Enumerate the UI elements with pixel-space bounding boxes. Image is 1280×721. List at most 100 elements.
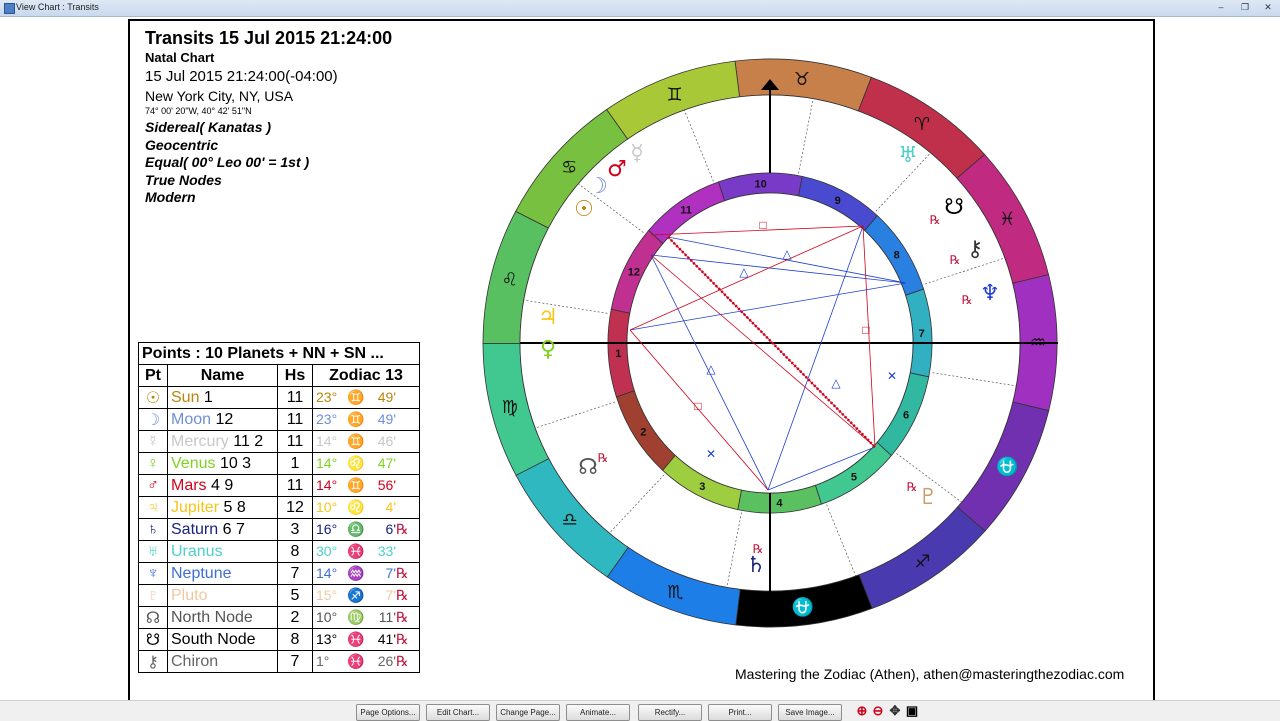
point-house: 8 (277, 628, 313, 651)
point-zodiac: 1° ♓ 26'℞ (312, 650, 420, 673)
bottom-toolbar: Page Options... Edit Chart... Change Pag… (0, 700, 1280, 721)
minimize-button[interactable]: – (1213, 2, 1229, 13)
point-name-cell: South Node (167, 628, 278, 651)
point-zodiac: 10° ♍ 11'℞ (312, 606, 420, 629)
house-system: Equal( 00° Leo 00' = 1st ) (145, 154, 310, 170)
south-node-icon: ☋ (138, 628, 168, 651)
point-house: 11 (277, 474, 313, 497)
points-table-caption: Points : 10 Planets + NN + SN ... (138, 342, 420, 365)
point-name-cell: Saturn 6 7 (167, 518, 278, 541)
table-row-south-node: ☋ South Node 8 13° ♓ 41'℞ (138, 628, 420, 651)
save-image-button[interactable]: Save Image... (778, 704, 842, 721)
point-sign: ♓ (347, 631, 365, 647)
point-house: 1 (277, 452, 313, 475)
table-row-jupiter: ♃ Jupiter 5 8 12 10° ♌ 4' (138, 496, 420, 519)
point-name: Chiron (171, 652, 219, 670)
point-sign: ♎ (347, 521, 365, 537)
point-zodiac: 15° ♐ 7'℞ (312, 584, 420, 607)
point-name: Saturn (171, 520, 219, 538)
chart-coordinates: 74° 00' 20"W, 40° 42' 51"N (145, 106, 252, 116)
point-name: Venus (171, 454, 216, 472)
point-zodiac: 13° ♓ 41'℞ (312, 628, 420, 651)
north-node-icon: ☊ (138, 606, 168, 629)
column-header-pt: Pt (138, 364, 168, 387)
point-retrograde: ℞ (396, 521, 409, 537)
point-name: North Node (171, 608, 253, 626)
point-degree: 14° (316, 455, 338, 471)
point-name-cell: Moon 12 (167, 408, 278, 431)
app-icon (4, 3, 15, 14)
point-name: Jupiter (171, 498, 220, 516)
point-zodiac: 14° ♊ 56' (312, 474, 420, 497)
point-minutes: 41' (377, 631, 396, 647)
point-sign: ♊ (347, 411, 365, 427)
fit-icon[interactable]: ▣ (905, 704, 919, 718)
point-sign: ♊ (347, 389, 365, 405)
point-house: 11 (277, 386, 313, 409)
point-minutes: 4' (385, 499, 396, 515)
zoom-in-icon[interactable]: ⊕ (855, 704, 869, 718)
point-house: 12 (277, 496, 313, 519)
zoom-out-icon[interactable]: ⊖ (871, 704, 885, 718)
point-sign: ♓ (347, 543, 365, 559)
point-zodiac: 23° ♊ 49' (312, 386, 420, 409)
point-minutes: 7' (385, 565, 396, 581)
point-sign: ♓ (347, 653, 365, 669)
chart-subtitle: Natal Chart (145, 50, 215, 65)
point-minutes: 56' (377, 477, 396, 493)
point-degree: 23° (316, 389, 338, 405)
point-zodiac: 14° ♊ 46' (312, 430, 420, 453)
table-row-north-node: ☊ North Node 2 10° ♍ 11'℞ (138, 606, 420, 629)
neptune-icon: ♆ (138, 562, 168, 585)
chart-location: New York City, NY, USA (145, 88, 294, 104)
point-name-cell: Mercury 11 2 (167, 430, 278, 453)
close-button[interactable]: ✕ (1260, 2, 1276, 13)
point-name-cell: Uranus (167, 540, 278, 563)
points-table: Points : 10 Planets + NN + SN ... Pt Nam… (138, 342, 420, 673)
point-minutes: 49' (377, 411, 396, 427)
point-degree: 30° (316, 543, 338, 559)
point-rulership: 1 (203, 388, 213, 406)
point-retrograde: ℞ (396, 565, 409, 581)
point-house: 5 (277, 584, 313, 607)
rectify-button[interactable]: Rectify... (638, 704, 702, 721)
column-header-zodiac: Zodiac 13 (312, 364, 420, 387)
point-name-cell: Pluto (167, 584, 278, 607)
point-house: 3 (277, 518, 313, 541)
sun-icon: ☉ (138, 386, 168, 409)
point-name: Moon (171, 410, 212, 428)
animate-button[interactable]: Animate... (566, 704, 630, 721)
point-rulership: 10 3 (219, 454, 252, 472)
print-button[interactable]: Print... (708, 704, 772, 721)
table-row-sun: ☉ Sun 1 11 23° ♊ 49' (138, 386, 420, 409)
chiron-icon: ⚷ (138, 650, 168, 673)
pan-icon[interactable]: ✥ (888, 704, 902, 718)
window-title: View Chart : Transits (16, 2, 99, 12)
table-row-chiron: ⚷ Chiron 7 1° ♓ 26'℞ (138, 650, 420, 673)
points-table-body: ☉ Sun 1 11 23° ♊ 49' ☽ Moon 12 11 23° ♊ 49' ☿ Mercury… (138, 386, 420, 673)
page-options-button[interactable]: Page Options... (356, 704, 420, 721)
edit-chart-button[interactable]: Edit Chart... (426, 704, 490, 721)
point-sign: ♊ (347, 477, 365, 493)
point-degree: 14° (316, 433, 338, 449)
change-page-button[interactable]: Change Page... (496, 704, 560, 721)
mars-icon: ♂ (138, 474, 168, 497)
point-degree: 16° (316, 521, 338, 537)
saturn-icon: ♄ (138, 518, 168, 541)
point-retrograde: ℞ (396, 653, 409, 669)
venus-icon: ♀ (138, 452, 168, 475)
maximize-button[interactable]: ❐ (1237, 2, 1253, 13)
point-degree: 13° (316, 631, 338, 647)
point-name-cell: Venus 10 3 (167, 452, 278, 475)
table-row-pluto: ♇ Pluto 5 15° ♐ 7'℞ (138, 584, 420, 607)
centric-type: Geocentric (145, 137, 219, 153)
moon-icon: ☽ (138, 408, 168, 431)
jupiter-icon: ♃ (138, 496, 168, 519)
point-house: 11 (277, 408, 313, 431)
planet-mode: Modern (145, 189, 196, 205)
table-row-saturn: ♄ Saturn 6 7 3 16° ♎ 6'℞ (138, 518, 420, 541)
point-name: Uranus (171, 542, 223, 560)
point-house: 11 (277, 430, 313, 453)
point-rulership: 11 2 (233, 432, 264, 450)
point-name: Pluto (171, 586, 208, 604)
